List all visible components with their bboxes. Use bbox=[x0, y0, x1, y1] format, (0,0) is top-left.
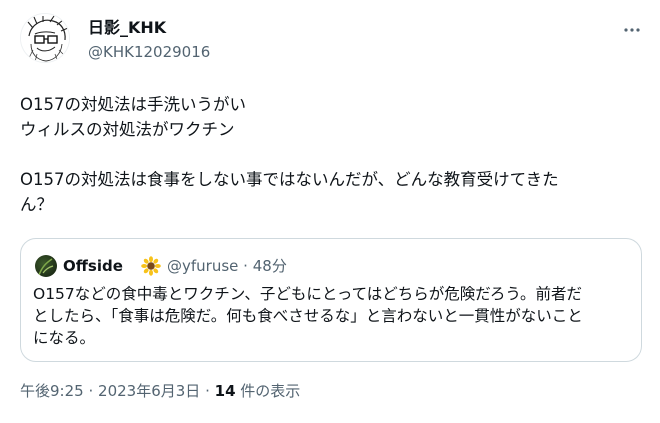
quoted-handle: @yfuruse bbox=[167, 257, 239, 275]
view-label: 件の表示 bbox=[240, 382, 301, 400]
quoted-text-line: としたら、「食事は危険だ。何も食べさせるな」と言わないと一貫性がないこと bbox=[33, 307, 583, 325]
more-options-button[interactable] bbox=[622, 20, 642, 40]
quoted-text: O157などの食中毒とワクチン、子どもにとってはどちらが危険だろう。前者だ とし… bbox=[33, 283, 633, 349]
tweet-text-line: ウィルスの対処法がワクチン bbox=[20, 120, 235, 139]
quoted-text-line: O157などの食中毒とワクチン、子どもにとってはどちらが危険だろう。前者だ bbox=[33, 285, 582, 303]
tweet-text-line: ん？ bbox=[20, 195, 53, 214]
quoted-text-line: になる。 bbox=[33, 329, 96, 347]
quoted-handle-line: @yfuruse · 48分 bbox=[167, 255, 287, 277]
separator: · bbox=[88, 382, 94, 400]
avatar[interactable] bbox=[20, 13, 70, 63]
tweet-time[interactable]: 午後9:25 bbox=[20, 382, 84, 400]
sunflower-icon bbox=[141, 256, 161, 276]
quoted-display-name: Offside bbox=[63, 257, 123, 275]
tweet-text-line bbox=[20, 142, 640, 167]
view-count: 14 bbox=[214, 382, 236, 400]
display-name[interactable]: 日影_KHK bbox=[88, 18, 166, 38]
tweet-text-line: O157の対処法は手洗いうがい bbox=[20, 95, 246, 114]
tweet-text: O157の対処法は手洗いうがい ウィルスの対処法がワクチン O157の対処法は食… bbox=[20, 92, 640, 217]
avatar-illustration bbox=[21, 14, 69, 62]
quoted-avatar bbox=[35, 255, 57, 277]
user-handle[interactable]: @KHK12029016 bbox=[88, 42, 210, 62]
more-dots-icon bbox=[624, 28, 640, 32]
tweet-date[interactable]: 2023年6月3日 bbox=[98, 382, 200, 400]
quoted-tweet-card[interactable]: Offside @yfuruse · 48分 O157などの食中毒とワクチン、子… bbox=[20, 238, 642, 362]
separator: · bbox=[243, 257, 248, 275]
separator: · bbox=[205, 382, 210, 400]
quoted-time: 48分 bbox=[252, 257, 287, 275]
tweet-meta: 午後9:25 · 2023年6月3日 · 14 件の表示 bbox=[20, 381, 300, 401]
tweet-text-line: O157の対処法は食事をしない事ではないんだが、どんな教育受けてきた bbox=[20, 170, 559, 189]
